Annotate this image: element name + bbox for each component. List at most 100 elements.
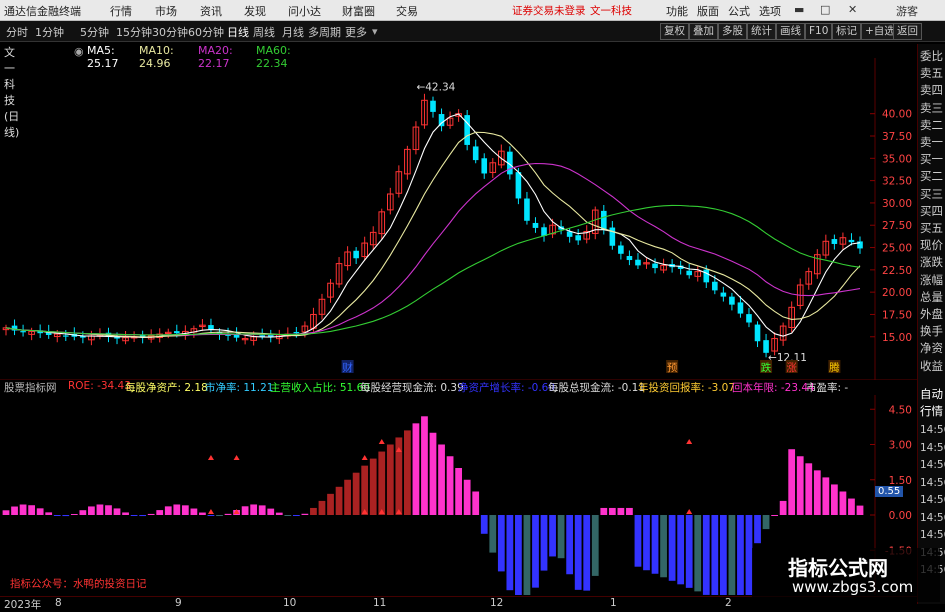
indicator-bar <box>224 513 232 515</box>
tab-5min[interactable]: 5分钟 <box>80 24 109 40</box>
side-tab[interactable]: 卖四 <box>920 82 943 98</box>
chevron-down-icon[interactable]: ◉ <box>74 45 84 58</box>
candle <box>686 264 692 279</box>
menu-function[interactable]: 功能 <box>666 3 688 19</box>
indicator-bar <box>267 508 275 515</box>
menu-news[interactable]: 资讯 <box>200 3 222 19</box>
draw-line-button[interactable]: 画线 <box>776 23 805 40</box>
tab-60min[interactable]: 60分钟 <box>188 24 224 40</box>
tab-15min[interactable]: 15分钟 <box>116 24 152 40</box>
indicator-bar <box>88 506 95 515</box>
indicator-bar <box>386 444 394 515</box>
side-tab[interactable]: 卖五 <box>920 65 943 81</box>
event-marker[interactable]: 财 <box>342 361 353 374</box>
tab-weekly[interactable]: 周线 <box>253 24 275 40</box>
indicator-bar <box>591 515 599 576</box>
side-tab[interactable]: 买一 <box>920 151 943 167</box>
side-tab[interactable]: 卖二 <box>920 117 943 133</box>
menu-discover[interactable]: 发现 <box>244 3 266 19</box>
event-marker[interactable]: 预 <box>667 362 678 374</box>
price-chart[interactable]: 40.00 37.50 35.00 32.50 30.00 27.50 25.00 22.50… <box>0 58 917 380</box>
menu-market[interactable]: 市场 <box>155 3 177 19</box>
candle <box>387 187 394 215</box>
side-tab[interactable]: 买三 <box>920 186 943 202</box>
candle <box>532 217 539 233</box>
tab-daily[interactable]: 日线 <box>227 24 249 40</box>
side-tab[interactable]: 卖三 <box>920 100 943 116</box>
candle <box>839 232 847 250</box>
chevron-down-icon[interactable]: ▾ <box>372 25 378 38</box>
side-tab[interactable]: 买二 <box>920 168 943 184</box>
maximize-icon[interactable]: □ <box>820 3 830 16</box>
side-mode-label[interactable]: 行情 <box>920 403 943 419</box>
menu-formula[interactable]: 公式 <box>728 3 750 19</box>
guest-label[interactable]: 游客 <box>896 3 918 19</box>
indicator-bar <box>497 515 505 572</box>
event-marker[interactable]: 涨 <box>786 362 797 374</box>
restore-rights-button[interactable]: 复权 <box>660 23 689 40</box>
indicator-bar <box>62 515 70 517</box>
side-tab[interactable]: 收益 <box>920 358 943 374</box>
tab-1min[interactable]: 1分钟 <box>35 24 64 40</box>
date-label: 2023年 <box>4 599 42 611</box>
side-time: 14:56 <box>920 441 945 454</box>
menu-options[interactable]: 选项 <box>759 3 781 19</box>
event-marker[interactable]: 跌 <box>761 361 772 374</box>
side-tab[interactable]: 现价 <box>920 237 943 253</box>
candle <box>814 249 821 279</box>
watermark-url: www.zbgs3.com <box>792 578 914 596</box>
menu-quotes[interactable]: 行情 <box>110 3 132 19</box>
back-button[interactable]: 返回 <box>893 23 922 40</box>
candle <box>591 206 599 240</box>
indicator-bar <box>608 507 616 515</box>
menu-trade[interactable]: 交易 <box>396 3 418 19</box>
side-tab[interactable]: 净资 <box>920 340 943 356</box>
indicator-bar <box>463 479 471 515</box>
side-tab[interactable]: 总量 <box>920 289 943 305</box>
indicator-bar <box>438 444 445 515</box>
indicator-bar <box>327 493 334 515</box>
candle <box>369 226 377 250</box>
indicator-bar <box>190 508 198 515</box>
quote-side-panel: 委比 卖五 卖四卖三 卖二 卖一 买一 买二买三 买四 买五 现价 涨跌涨幅 总量 外盘 换手 净资收益自动… <box>917 44 945 604</box>
side-tab[interactable]: 涨跌 <box>920 254 943 270</box>
indicator-bar <box>583 515 591 591</box>
indicator-bar <box>216 515 223 517</box>
side-tab[interactable]: 买五 <box>920 220 943 236</box>
mark-button[interactable]: 标记 <box>832 23 861 40</box>
indicator-bar <box>822 477 830 515</box>
tab-multi-period[interactable]: 多周期 <box>308 24 341 40</box>
candle <box>430 96 436 118</box>
side-time: 14:56 <box>920 494 945 506</box>
side-tab[interactable]: 卖一 <box>920 134 943 150</box>
candle <box>446 111 454 129</box>
side-tab[interactable]: 换手 <box>920 323 943 339</box>
payback-label: 回本年限: -23.44 <box>732 382 815 394</box>
side-tab[interactable]: 委比 <box>920 48 943 64</box>
stats-button[interactable]: 统计 <box>747 23 776 40</box>
indicator-bar <box>737 515 744 595</box>
minimize-icon[interactable]: ▬ <box>794 3 804 16</box>
indicator-name[interactable]: 股票指标网 <box>4 380 57 395</box>
login-warning[interactable]: 证券交易未登录 <box>512 3 586 18</box>
indicator-bar <box>728 515 736 595</box>
indicator-bar <box>515 515 522 595</box>
tab-monthly[interactable]: 月线 <box>282 24 304 40</box>
tab-30min[interactable]: 30分钟 <box>152 24 188 40</box>
f10-button[interactable]: F10 <box>805 23 833 40</box>
eps-assets-label: 每股净资产: 2.18 <box>125 382 208 394</box>
side-tab[interactable]: 买四 <box>920 203 943 219</box>
menu-layout[interactable]: 版面 <box>697 3 719 19</box>
event-marker[interactable]: 腾 <box>829 361 840 374</box>
menu-ask[interactable]: 问小达 <box>288 3 321 19</box>
close-icon[interactable]: ✕ <box>848 3 857 16</box>
tab-timeshare[interactable]: 分时 <box>6 24 28 40</box>
side-tab[interactable]: 外盘 <box>920 306 943 322</box>
menu-wealth[interactable]: 财富圈 <box>342 3 375 19</box>
side-tab[interactable]: 涨幅 <box>920 272 943 288</box>
side-mode-label[interactable]: 自动 <box>920 386 943 402</box>
tab-more[interactable]: 更多 <box>345 24 367 40</box>
indicator-bar <box>489 515 497 553</box>
overlay-button[interactable]: 叠加 <box>689 23 718 40</box>
multi-stock-button[interactable]: 多股 <box>718 23 747 40</box>
